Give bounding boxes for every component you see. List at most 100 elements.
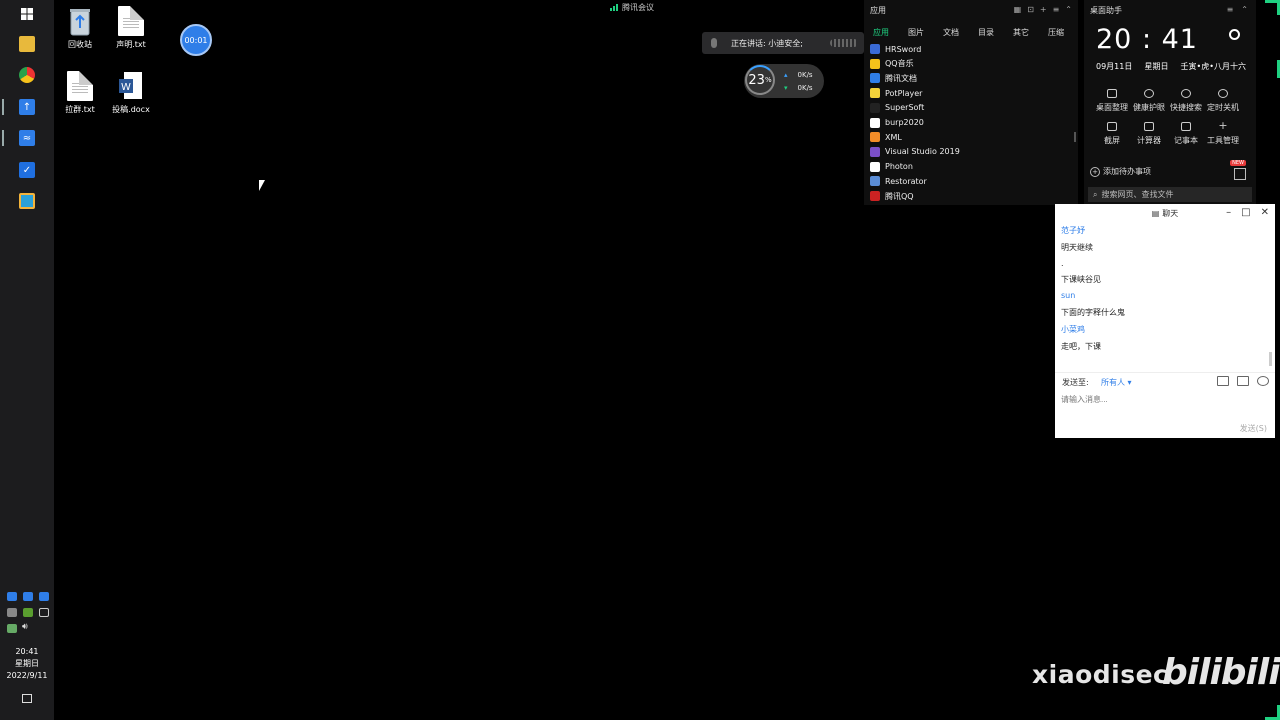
helper-lunar-date: 壬寅•虎•八月十六 [1180, 62, 1246, 71]
helper-search-placeholder: 搜索网页、查找文件 [1101, 190, 1174, 199]
desktop-icon-label: 声明.txt [116, 40, 146, 49]
app-icon [870, 146, 880, 157]
volume-icon[interactable]: 🔊︎ [22, 622, 28, 632]
tool-notepad[interactable]: 记事本 [1166, 122, 1206, 146]
tray-tools-icon[interactable] [7, 608, 17, 617]
tray-network-icon[interactable] [7, 624, 17, 633]
taskbar: ↑ ≈ ✓ 🔊︎ 20:41 星期日 2022/9/11 [0, 0, 54, 720]
tool-timed-shutdown[interactable]: 定时关机 [1203, 89, 1243, 113]
tray-nvidia-icon[interactable] [23, 608, 33, 617]
tencent-docs-icon[interactable]: ↑ [19, 99, 35, 115]
tab-apps[interactable]: 应用 [873, 27, 889, 38]
app-item[interactable]: Visual Studio 2019 [870, 145, 960, 159]
tab-archives[interactable]: 压缩 [1048, 27, 1064, 38]
tab-documents[interactable]: 文档 [943, 27, 959, 38]
microphone-icon [711, 38, 717, 48]
app-item[interactable]: SuperSoft [870, 101, 924, 115]
chat-message-input[interactable] [1061, 392, 1261, 406]
frame-corner [1265, 705, 1280, 720]
meeting-status-badge[interactable]: 腾讯会议 [610, 1, 654, 13]
tray-meeting-icon[interactable] [23, 592, 33, 601]
tab-other[interactable]: 其它 [1013, 27, 1029, 38]
tool-label: 健康护眼 [1133, 103, 1165, 112]
tencent-meeting-icon[interactable]: ≈ [19, 130, 35, 146]
message-text: 下课峡谷见 [1061, 275, 1101, 284]
desktop-icon-statement-txt[interactable]: 声明.txt [106, 6, 156, 50]
screenshot-icon[interactable] [1237, 376, 1249, 386]
memory-usage-ring: 23% [745, 65, 775, 95]
app-item[interactable]: Restorator [870, 174, 927, 188]
tool-manager[interactable]: + 工具管理 [1203, 120, 1243, 146]
active-indicator [2, 99, 4, 115]
weather-sun-icon[interactable] [1229, 29, 1240, 40]
collapse-icon[interactable]: ⌃ [1241, 5, 1248, 17]
app-item[interactable]: QQ音乐 [870, 57, 914, 71]
app-item[interactable]: 腾讯文档 [870, 71, 917, 85]
menu-icon[interactable]: ≡ [1227, 5, 1234, 17]
power-icon [1218, 89, 1228, 98]
tool-eye-care[interactable]: 健康护眼 [1129, 89, 1169, 113]
app-icon [870, 88, 880, 99]
tool-quick-search[interactable]: 快捷搜索 [1166, 89, 1206, 113]
notification-center-icon[interactable] [22, 694, 32, 703]
add-icon[interactable]: + [1040, 5, 1047, 17]
app-item[interactable]: 腾讯QQ [870, 189, 914, 203]
collapse-icon[interactable]: ⌃ [1065, 5, 1072, 17]
helper-title: 桌面助手 [1090, 6, 1122, 15]
recording-timer[interactable]: 00:01 [180, 24, 212, 56]
tool-label: 工具管理 [1207, 136, 1239, 145]
app-item[interactable]: HRSword [870, 42, 921, 56]
taskbar-date: 2022/9/11 [6, 671, 48, 680]
app-item[interactable]: XML [870, 130, 902, 144]
send-target-dropdown[interactable]: 所有人 ▾ [1101, 377, 1132, 388]
app-item-label: HRSword [885, 44, 922, 54]
desktop-icon-group-txt[interactable]: 拉群.txt [55, 71, 105, 115]
taskbar-time[interactable]: 20:41 [0, 646, 54, 658]
tool-calculator[interactable]: 计算器 [1129, 122, 1169, 146]
user-icon[interactable] [1257, 376, 1269, 386]
tool-screenshot[interactable]: 截屏 [1092, 122, 1132, 146]
tab-images[interactable]: 图片 [908, 27, 924, 38]
mouse-cursor [259, 180, 271, 191]
app-item-label: Visual Studio 2019 [885, 147, 960, 157]
desktop-icon-submission-docx[interactable]: W 投稿.docx [106, 71, 156, 115]
security-shield-icon[interactable]: ✓ [19, 162, 35, 178]
app-item[interactable]: burp2020 [870, 116, 924, 130]
minimize-icon[interactable]: – [1226, 207, 1231, 218]
lock-icon[interactable]: ⊡ [1027, 5, 1034, 17]
file-icon[interactable] [1217, 376, 1229, 386]
qr-code-icon[interactable] [1234, 168, 1246, 180]
tray-shield-icon[interactable] [7, 592, 17, 601]
menu-icon[interactable]: ≡ [1053, 5, 1060, 17]
network-speed-widget[interactable]: 23% ▴ 0K/s ▾ 0K/s [744, 64, 824, 98]
helper-search-bar[interactable]: ⌕ 搜索网页、查找文件 [1088, 187, 1252, 202]
send-button[interactable]: 发送(S) [1240, 423, 1267, 434]
file-explorer-icon[interactable] [19, 36, 35, 52]
chat-window: ▤ 聊天 – □ ✕ 范子妤 明天继续 . 下课峡谷见 sun 下面的字释什么鬼… [1055, 204, 1275, 438]
add-todo-button[interactable]: + 添加待办事项 [1090, 166, 1151, 177]
app-item[interactable]: PotPlayer [870, 86, 922, 100]
scrollbar[interactable] [1269, 352, 1272, 366]
apps-panel-title: 应用 [870, 6, 886, 15]
scrollbar[interactable] [1074, 132, 1076, 142]
apps-tabs: 应用 图片 文档 目录 其它 压缩 [873, 27, 1064, 38]
taskbar-weekday: 星期日 [15, 659, 39, 668]
tab-folders[interactable]: 目录 [978, 27, 994, 38]
desktop-organize-icon [1107, 89, 1117, 98]
grid-view-icon[interactable]: ▦ [1014, 5, 1022, 17]
maximize-icon[interactable]: □ [1241, 207, 1250, 218]
app-item[interactable]: Photon [870, 160, 913, 174]
chrome-icon[interactable] [19, 67, 35, 83]
apps-panel: 应用 ▦ ⊡ + ≡ ⌃ 应用 图片 文档 目录 其它 压缩 HRSword QQ… [864, 0, 1078, 205]
tool-desktop-organize[interactable]: 桌面整理 [1092, 89, 1132, 113]
tray-docs-icon[interactable] [39, 592, 49, 601]
tray-display-icon[interactable] [39, 608, 49, 617]
close-icon[interactable]: ✕ [1261, 207, 1269, 218]
app-item-label: burp2020 [885, 118, 924, 127]
desktop-icon-recycle-bin[interactable]: 回收站 [55, 6, 105, 50]
crop-icon [1107, 122, 1117, 131]
virtual-machine-icon[interactable] [19, 193, 35, 209]
windows-start-icon[interactable] [19, 6, 35, 22]
app-icon [870, 102, 880, 113]
helper-date: 09月11日 [1096, 62, 1133, 71]
